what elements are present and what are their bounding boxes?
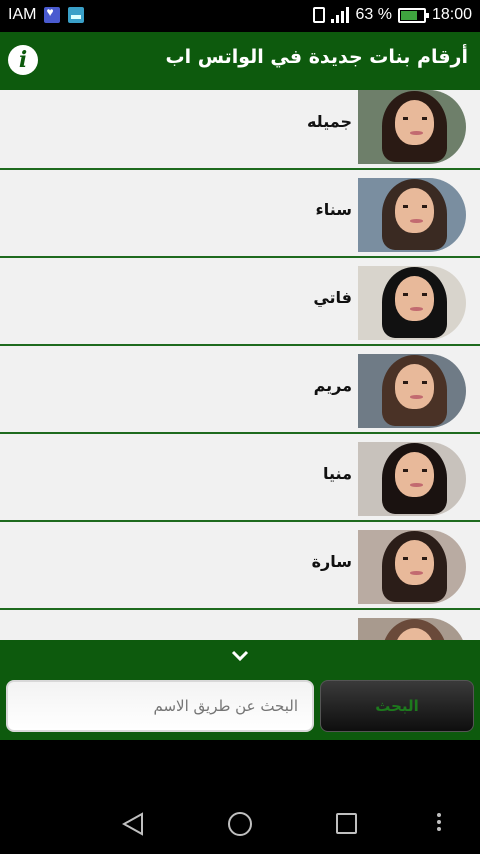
- avatar: [358, 442, 466, 516]
- avatar: [358, 178, 466, 252]
- health-icon: [44, 5, 61, 23]
- gallery-icon: [68, 7, 85, 23]
- contact-name: جميله: [306, 112, 352, 131]
- status-right: 63 % 18:00: [313, 6, 472, 24]
- contact-row[interactable]: جميله: [0, 90, 480, 170]
- chevron-down-icon[interactable]: [230, 646, 250, 666]
- contact-row[interactable]: سناء: [0, 170, 480, 258]
- contact-row[interactable]: سارة: [0, 522, 480, 610]
- search-button[interactable]: البحث: [320, 680, 474, 732]
- contact-name: مريم: [313, 376, 352, 395]
- contact-row[interactable]: سمية: [0, 610, 480, 640]
- home-icon[interactable]: [228, 812, 252, 836]
- vibrate-icon: [313, 7, 326, 23]
- clock: 18:00: [431, 6, 472, 23]
- more-icon[interactable]: [437, 813, 441, 833]
- signal-icon: [331, 7, 350, 23]
- info-icon[interactable]: i: [8, 45, 38, 75]
- contact-name: منيا: [323, 464, 352, 483]
- avatar: [358, 618, 466, 640]
- scroll-indicator-bar: [0, 640, 480, 674]
- avatar: [358, 354, 466, 428]
- avatar: [358, 90, 466, 164]
- back-icon[interactable]: [122, 812, 144, 836]
- contact-row[interactable]: مريم: [0, 346, 480, 434]
- contact-name: سناء: [315, 200, 352, 219]
- recent-apps-icon[interactable]: [336, 813, 357, 834]
- page-title: أرقام بنات جديدة في الواتس اب: [165, 46, 468, 68]
- navigation-bar: [0, 794, 480, 854]
- contact-row[interactable]: منيا: [0, 434, 480, 522]
- battery-charging-icon: [397, 7, 429, 23]
- contact-name: فاتي: [313, 288, 352, 307]
- avatar: [358, 530, 466, 604]
- status-bar: IAM 63 % 18:00: [0, 0, 480, 32]
- battery-percent: 63 %: [355, 6, 392, 23]
- app-header: i أرقام بنات جديدة في الواتس اب: [0, 32, 480, 90]
- search-bar: البحث: [0, 674, 480, 740]
- carrier-label: IAM: [8, 6, 37, 23]
- search-input[interactable]: [6, 680, 314, 732]
- status-left: IAM: [8, 5, 85, 24]
- contact-row[interactable]: فاتي: [0, 258, 480, 346]
- contact-list[interactable]: جميله سناء فاتي مريم منيا سارة سمية: [0, 90, 480, 640]
- avatar: [358, 266, 466, 340]
- contact-name: سارة: [311, 552, 352, 571]
